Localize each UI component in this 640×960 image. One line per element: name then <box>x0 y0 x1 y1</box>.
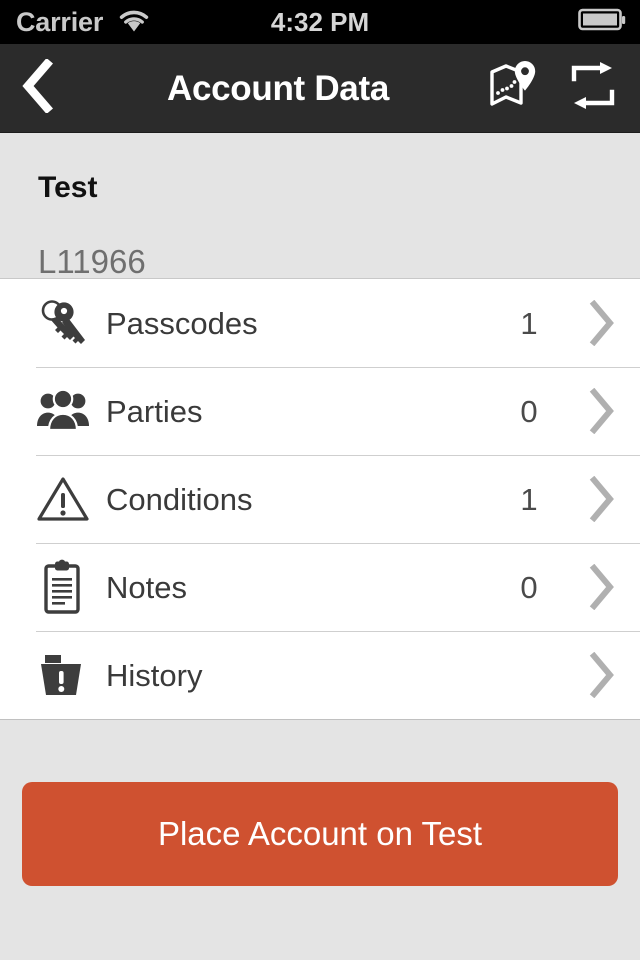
back-button[interactable] <box>0 44 74 132</box>
chevron-right-icon <box>564 564 640 610</box>
warning-triangle-icon <box>32 474 94 524</box>
account-header: Test L11966 <box>0 133 640 279</box>
list-item-label: History <box>106 657 203 693</box>
list-item-count: 1 <box>520 481 538 517</box>
chevron-right-icon <box>564 388 640 434</box>
list-item-label: Notes <box>106 569 187 605</box>
phone-screen: Carrier 4:32 PM Account Data Test L11966… <box>0 0 640 960</box>
list-item-notes[interactable]: Notes 0 <box>0 543 640 631</box>
chevron-right-icon <box>564 476 640 522</box>
list-item-count: 0 <box>520 569 538 605</box>
refresh-button[interactable] <box>554 44 632 132</box>
chevron-right-icon <box>564 652 640 698</box>
list-item-label: Passcodes <box>106 305 258 341</box>
nav-actions <box>476 44 632 132</box>
people-group-icon <box>32 386 94 436</box>
list-item-count: 0 <box>520 393 538 429</box>
page-title: Account Data <box>167 68 389 108</box>
map-button[interactable] <box>476 44 554 132</box>
account-name: Test <box>38 171 98 204</box>
status-bar-time: 4:32 PM <box>270 7 370 37</box>
map-pin-icon <box>487 59 543 118</box>
account-data-list: Passcodes 1 Parties 0 Conditions 1 Notes… <box>0 279 640 720</box>
list-item-conditions[interactable]: Conditions 1 <box>0 455 640 543</box>
chevron-right-icon <box>564 300 640 346</box>
folder-alert-icon <box>32 650 94 700</box>
repeat-arrows-icon <box>567 61 619 116</box>
chevron-left-icon <box>20 57 54 118</box>
keys-icon <box>32 296 94 350</box>
account-number: L11966 <box>38 243 146 280</box>
status-bar: Carrier 4:32 PM <box>0 0 640 44</box>
footer: Place Account on Test <box>0 720 640 960</box>
place-account-on-test-button[interactable]: Place Account on Test <box>22 782 618 886</box>
battery-full-icon <box>578 8 626 37</box>
list-item-count: 1 <box>520 305 538 341</box>
list-item-history[interactable]: History <box>0 631 640 719</box>
clipboard-icon <box>32 559 94 615</box>
list-item-label: Conditions <box>106 481 253 517</box>
nav-bar: Account Data <box>0 44 640 133</box>
list-item-label: Parties <box>106 393 203 429</box>
list-item-passcodes[interactable]: Passcodes 1 <box>0 279 640 367</box>
status-bar-right <box>578 0 626 44</box>
list-item-parties[interactable]: Parties 0 <box>0 367 640 455</box>
